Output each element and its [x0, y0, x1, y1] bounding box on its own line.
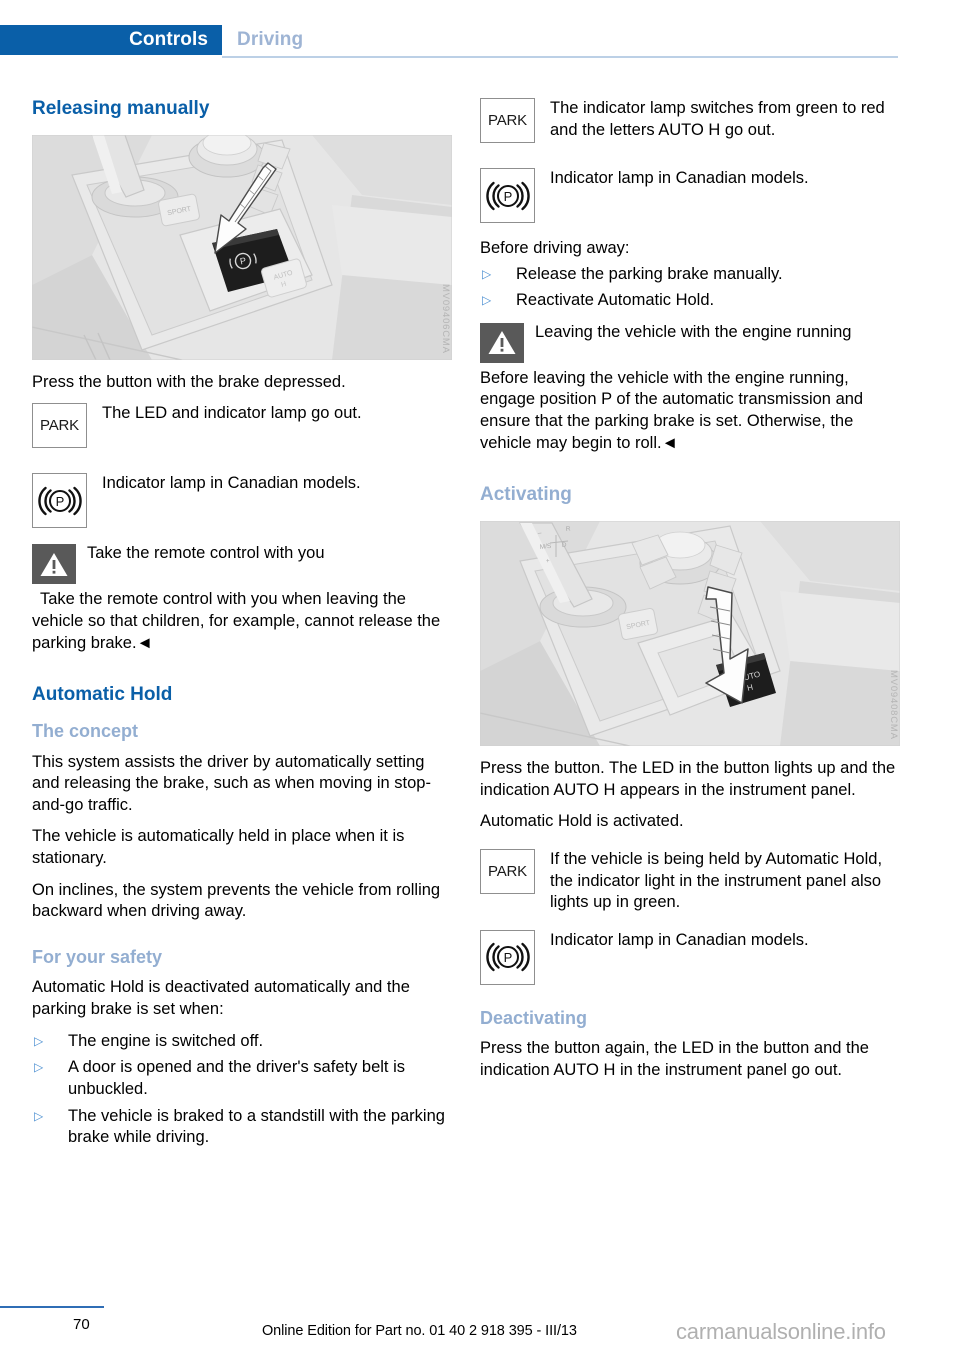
- activating-paragraph-1: Press the button. The LED in the button …: [480, 759, 896, 799]
- park-indicator-label: PARK: [40, 417, 79, 435]
- safety-bullet-list: ▷ The engine is switched off. ▷ A door is …: [32, 1031, 452, 1149]
- header-chapter-label: Controls: [129, 29, 208, 50]
- warning-remote-control: Take the remote control with you: [32, 543, 452, 585]
- activating-paragraph-2: Automatic Hold is activated.: [480, 812, 684, 831]
- console-illustration-1: SPORT P AUTO H: [32, 134, 452, 360]
- warning-title: Take the remote control with you: [87, 544, 325, 563]
- console-illustration-2: – R M/S D + SPORT AUTO H: [480, 521, 900, 747]
- list-item-text: The vehicle is braked to a standstill wi…: [68, 1106, 445, 1147]
- canadian-brake-glyph: P: [485, 943, 530, 972]
- warning-leaving-vehicle: Leaving the vehicle with the engine runn…: [480, 322, 900, 363]
- canadian-brake-glyph: P: [37, 486, 82, 516]
- svg-text:P: P: [503, 950, 512, 965]
- svg-text:M/S: M/S: [539, 543, 552, 551]
- safety-intro: Automatic Hold is deactivated automatica…: [32, 978, 410, 1019]
- figure-activating: – R M/S D + SPORT AUTO H MV09408CMA: [480, 521, 900, 747]
- page-title: Releasing manually: [32, 98, 210, 119]
- before-driving-bullet-list: ▷ Release the parking brake manually. ▷ Re…: [480, 264, 900, 312]
- canadian-brake-glyph: P: [485, 181, 530, 210]
- list-item-text: Reactivate Automatic Hold.: [516, 291, 715, 310]
- icon-row-text: Indicator lamp in Canadian models.: [550, 169, 809, 187]
- intro-paragraph: Press the button with the brake depresse…: [32, 372, 346, 391]
- bullet-arrow-icon: ▷: [482, 293, 492, 308]
- icon-row-canadian-lamp: P Indicator lamp in Canadian models.: [480, 929, 900, 986]
- icon-row-text: If the vehicle is being held by Automati…: [550, 849, 883, 912]
- canadian-parking-brake-icon: P: [32, 473, 87, 529]
- right-column: PARK The indicator lamp switches from gr…: [480, 98, 900, 1092]
- bullet-arrow-icon: ▷: [482, 266, 492, 281]
- park-indicator-label: PARK: [488, 862, 527, 880]
- header-section-label: Driving: [237, 29, 304, 50]
- before-driving-title: Before driving away:: [480, 239, 630, 257]
- warning-triangle-glyph: [40, 552, 68, 576]
- subsection-activating-title: Activating: [480, 484, 572, 506]
- warning-title: Leaving the vehicle with the engine runn…: [535, 322, 852, 341]
- park-indicator-icon: PARK: [480, 848, 535, 894]
- canadian-parking-brake-icon: P: [480, 929, 535, 985]
- park-indicator-icon: PARK: [480, 98, 535, 143]
- header-divider: [222, 56, 898, 58]
- list-item-text: A door is opened and the driver's safety…: [68, 1058, 406, 1098]
- concept-paragraph-3: On inclines, the system prevents the veh…: [32, 880, 441, 921]
- list-item: ▷ The vehicle is braked to a standstill w…: [32, 1106, 452, 1149]
- page-header: Controls Driving: [0, 0, 960, 62]
- warning-triangle-icon: [32, 544, 76, 585]
- subsection-deactivating-title: Deactivating: [480, 1007, 588, 1028]
- concept-paragraph-2: The vehicle is automatically held in pla…: [32, 827, 405, 868]
- bullet-arrow-icon: ▷: [34, 1033, 44, 1048]
- icon-row-text: The LED and indicator lamp go out.: [102, 404, 362, 423]
- icon-row-led-goes-out: PARK The LED and indicator lamp go out.: [32, 403, 452, 459]
- icon-row-lamp-switches: PARK The indicator lamp switches from gr…: [480, 98, 900, 154]
- svg-text:P: P: [503, 189, 512, 204]
- warning-triangle-icon: [480, 322, 524, 363]
- icon-row-text: The indicator lamp switches from green t…: [550, 99, 885, 139]
- warning-body-first: Take the remote control with you when: [40, 590, 322, 609]
- warning-body: Before leaving the vehicle with the engi…: [480, 368, 864, 452]
- icon-row-held-by-automatic-hold: PARK If the vehicle is being held by Aut…: [480, 848, 900, 914]
- list-item: ▷ Reactivate Automatic Hold.: [480, 290, 900, 312]
- subsection-safety-title: For your safety: [32, 946, 163, 967]
- icon-row-canadian-lamp: P Indicator lamp in Canadian models.: [480, 168, 900, 224]
- list-item-text: The engine is switched off.: [68, 1031, 264, 1050]
- header-chapter-tab[interactable]: Controls: [0, 25, 222, 55]
- icon-row-canadian-lamp: P Indicator lamp in Canadian models.: [32, 473, 452, 529]
- list-item: ▷ Release the parking brake manually.: [480, 264, 900, 286]
- subsection-concept-title: The concept: [32, 721, 139, 742]
- page-number: 70: [73, 1316, 90, 1333]
- footer-divider: [0, 1306, 104, 1308]
- park-indicator-icon: PARK: [32, 403, 87, 449]
- svg-text:P: P: [55, 494, 64, 509]
- icon-row-text: Indicator lamp in Canadian models.: [550, 930, 809, 949]
- figure-watermark: MV09408CMA: [888, 670, 899, 741]
- section-automatic-hold-title: Automatic Hold: [32, 684, 173, 706]
- canadian-parking-brake-icon: P: [480, 168, 535, 223]
- figure-releasing-manually: SPORT P AUTO H MV09406CMA: [32, 134, 452, 360]
- list-item-text: Release the parking brake manually.: [516, 264, 783, 283]
- figure-watermark: MV09406CMA: [440, 284, 451, 354]
- deactivating-paragraph: Press the button again, the LED in the b…: [480, 1039, 869, 1079]
- list-item: ▷ The engine is switched off.: [32, 1031, 452, 1053]
- concept-paragraph-1: This system assists the driver by automa…: [32, 752, 431, 814]
- icon-row-text: Indicator lamp in Canadian models.: [102, 474, 361, 493]
- site-watermark: carmanualsonline.info: [676, 1319, 886, 1344]
- bullet-arrow-icon: ▷: [34, 1108, 44, 1123]
- edition-notice: Online Edition for Part no. 01 40 2 918 …: [262, 1323, 577, 1339]
- page-footer: 70 Online Edition for Part no. 01 40 2 9…: [0, 1286, 960, 1362]
- left-column: Releasing manually SPORT P AUTO H MV0940…: [32, 98, 452, 1159]
- bullet-arrow-icon: ▷: [34, 1060, 44, 1075]
- warning-body: Take the remote control with you when le…: [32, 589, 452, 654]
- warning-triangle-glyph: [488, 331, 516, 355]
- park-indicator-label: PARK: [488, 112, 527, 129]
- list-item: ▷ A door is opened and the driver's safet…: [32, 1057, 452, 1100]
